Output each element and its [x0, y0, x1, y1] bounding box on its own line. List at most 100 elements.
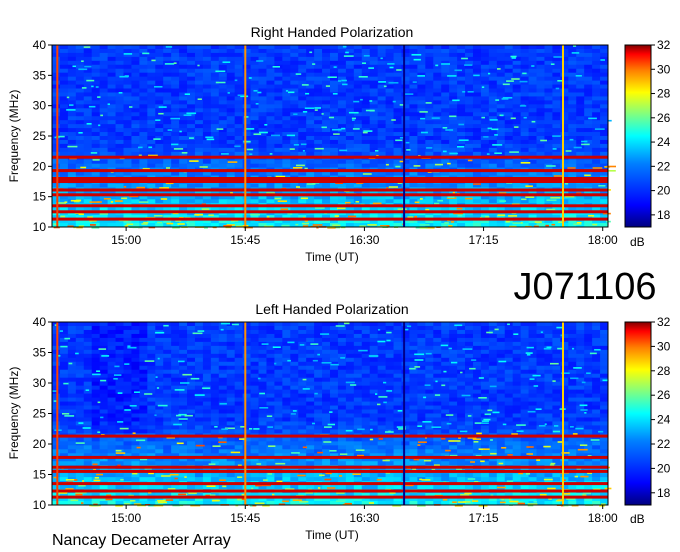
heatmap-cell — [449, 132, 458, 137]
heatmap-cell — [496, 84, 506, 89]
heatmap-cell — [512, 96, 522, 101]
heatmap-cell — [401, 128, 410, 133]
heatmap-cell — [330, 159, 339, 165]
heatmap-cell — [584, 80, 593, 85]
heatmap-cell — [465, 92, 474, 97]
heatmap-cell — [75, 361, 85, 367]
heatmap-cell — [361, 96, 371, 101]
heatmap-cell — [576, 136, 585, 141]
heatmap-cell — [314, 132, 323, 137]
heatmap-cell — [266, 325, 275, 331]
heatmap-cell — [592, 76, 601, 82]
heatmap-cell — [59, 163, 69, 169]
heatmap-cell — [194, 128, 204, 133]
heatmap-cell — [52, 345, 61, 351]
heatmap-cell — [179, 45, 188, 50]
heatmap-cell — [457, 52, 466, 58]
heatmap-cell — [337, 139, 347, 145]
heatmap-cell — [449, 373, 458, 379]
heatmap-cell — [131, 84, 140, 89]
heatmap-cell — [345, 361, 355, 367]
heatmap-speckle — [70, 199, 81, 202]
heatmap-cell — [314, 139, 323, 145]
heatmap-cell — [250, 76, 259, 82]
heatmap-cell — [123, 139, 132, 145]
heatmap-cell — [480, 132, 490, 137]
heatmap-speckle — [88, 105, 96, 108]
heatmap-cell — [202, 337, 212, 343]
heatmap-cell — [361, 112, 371, 117]
heatmap-cell — [504, 100, 514, 105]
heatmap-cell — [171, 68, 180, 74]
heatmap-cell — [480, 147, 490, 153]
heatmap-speckle — [395, 139, 403, 142]
heatmap-cell — [345, 60, 355, 66]
heatmap-cell — [520, 357, 529, 363]
heatmap-cell — [393, 120, 402, 125]
heatmap-cell — [210, 199, 220, 204]
heatmap-speckle — [467, 159, 473, 162]
heatmap-speckle — [388, 186, 398, 188]
heatmap-cell — [337, 361, 347, 367]
heatmap-cell — [600, 159, 609, 165]
heatmap-cell — [99, 143, 108, 149]
heatmap-cell — [504, 345, 514, 351]
heatmap-cell — [202, 349, 212, 355]
heatmap-cell — [441, 48, 450, 54]
heatmap-cell — [226, 377, 236, 383]
heatmap-cell — [465, 322, 474, 327]
heatmap-cell — [226, 136, 236, 141]
heatmap-cell — [369, 84, 379, 89]
heatmap-speckle — [360, 98, 363, 101]
heatmap-cell — [433, 341, 442, 347]
heatmap-cell — [385, 84, 394, 89]
heatmap-cell — [345, 84, 355, 89]
heatmap-cell — [560, 377, 569, 383]
heatmap-cell — [433, 139, 442, 145]
heatmap-cell — [234, 132, 244, 137]
heatmap-speckle — [208, 214, 214, 216]
heatmap-cell — [504, 325, 514, 331]
heatmap-cell — [552, 357, 561, 363]
heatmap-cell — [385, 333, 394, 339]
heatmap-speckle — [300, 143, 307, 146]
heatmap-speckle — [119, 75, 129, 78]
heatmap-cell — [425, 52, 434, 58]
heatmap-cell — [584, 159, 593, 165]
heatmap-cell — [282, 136, 291, 141]
heatmap-cell — [409, 151, 418, 157]
heatmap-cell — [441, 345, 450, 351]
heatmap-cell — [417, 76, 426, 82]
heatmap-cell — [59, 56, 69, 62]
heatmap-cell — [83, 345, 93, 351]
heatmap-cell — [592, 52, 601, 58]
heatmap-speckle — [576, 222, 582, 224]
heatmap-cell — [202, 143, 212, 149]
heatmap-cell — [401, 361, 410, 367]
heatmap-cell — [337, 116, 347, 121]
heatmap-cell — [330, 136, 339, 141]
heatmap-cell — [449, 199, 458, 204]
heatmap-cell — [67, 385, 77, 391]
heatmap-cell — [480, 139, 490, 145]
heatmap-cell — [369, 143, 379, 149]
heatmap-cell — [457, 365, 466, 371]
heatmap-cell — [465, 96, 474, 101]
heatmap-cell — [322, 108, 331, 113]
heatmap-cell — [83, 373, 93, 379]
heatmap-cell — [449, 124, 458, 129]
heatmap-cell — [322, 120, 331, 125]
heatmap-cell — [536, 163, 545, 169]
heatmap-cell — [139, 329, 148, 335]
heatmap-cell — [306, 139, 315, 145]
heatmap-speckle — [339, 149, 348, 152]
heatmap-speckle — [509, 151, 519, 153]
heatmap-cell — [75, 104, 85, 109]
heatmap-cell — [568, 183, 577, 188]
heatmap-cell — [322, 88, 331, 93]
heatmap-cell — [131, 132, 140, 137]
heatmap-cell — [155, 345, 164, 351]
heatmap-cell — [75, 108, 85, 113]
heatmap-cell — [377, 120, 386, 125]
heatmap-cell — [52, 377, 61, 383]
